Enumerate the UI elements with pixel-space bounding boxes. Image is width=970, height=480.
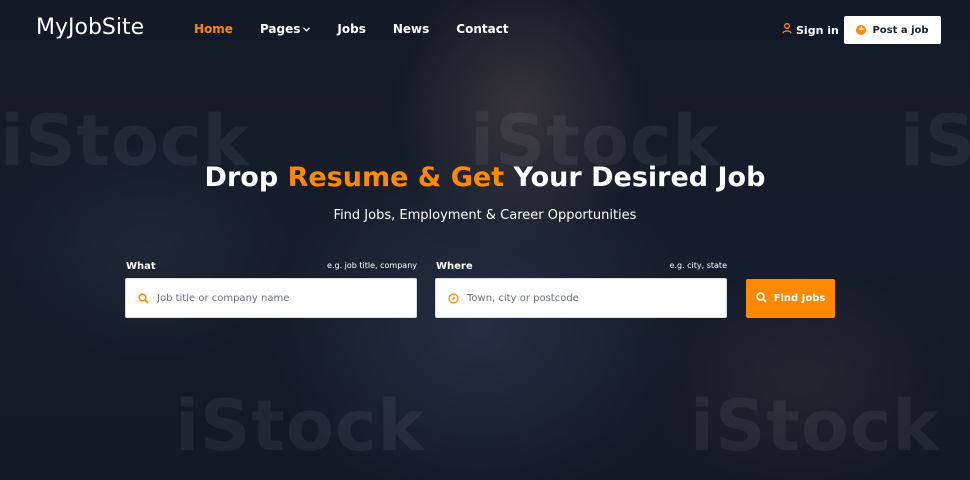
where-hint: e.g. city, state	[669, 261, 727, 270]
plus-circle-icon: +	[856, 25, 867, 35]
nav-item-label: Jobs	[337, 22, 366, 36]
sign-in-link[interactable]: Sign in	[782, 23, 839, 37]
post-job-label: Post a job	[872, 24, 929, 36]
what-field[interactable]	[125, 278, 417, 318]
hero-headline: Drop Resume & Get Your Desired Job	[0, 162, 970, 193]
where-input[interactable]	[467, 292, 707, 304]
headline-part: Your Desired Job	[504, 162, 766, 193]
watermark: iStock	[690, 385, 941, 467]
nav-item-label: Home	[194, 22, 233, 36]
nav-item-home[interactable]: Home	[194, 22, 233, 36]
nav-item-pages[interactable]: Pages	[259, 22, 311, 36]
site-header: MyJobSite Home Pages Jobs News Contact S	[0, 0, 970, 60]
headline-accent: Resume & Get	[287, 162, 505, 193]
what-hint: e.g. job title, company	[327, 261, 417, 270]
where-field[interactable]	[435, 278, 727, 318]
what-input[interactable]	[157, 292, 397, 304]
site-logo[interactable]: MyJobSite	[36, 15, 144, 40]
find-jobs-label: Find Jobs	[773, 293, 826, 304]
nav-item-label: Pages	[259, 22, 301, 36]
nav-item-contact[interactable]: Contact	[456, 22, 508, 36]
user-icon	[782, 23, 796, 37]
watermark: iStock	[175, 385, 426, 467]
nav-item-jobs[interactable]: Jobs	[337, 22, 365, 36]
nav-item-news[interactable]: News	[393, 22, 429, 36]
nav-item-label: News	[392, 22, 430, 36]
search-icon	[138, 289, 149, 308]
compass-icon	[448, 289, 459, 308]
sign-in-label: Sign in	[796, 23, 839, 37]
where-label: Where	[436, 261, 473, 272]
nav-item-label: Contact	[456, 22, 509, 36]
find-jobs-button[interactable]: Find Jobs	[746, 279, 835, 318]
post-job-button[interactable]: + Post a job	[844, 16, 941, 44]
what-label: What	[126, 261, 156, 272]
chevron-down-icon	[303, 25, 311, 34]
main-nav: Home Pages Jobs News Contact	[194, 22, 536, 36]
hero-subheading: Find Jobs, Employment & Career Opportuni…	[333, 208, 637, 223]
search-icon	[755, 291, 774, 306]
headline-part: Drop	[204, 162, 288, 193]
